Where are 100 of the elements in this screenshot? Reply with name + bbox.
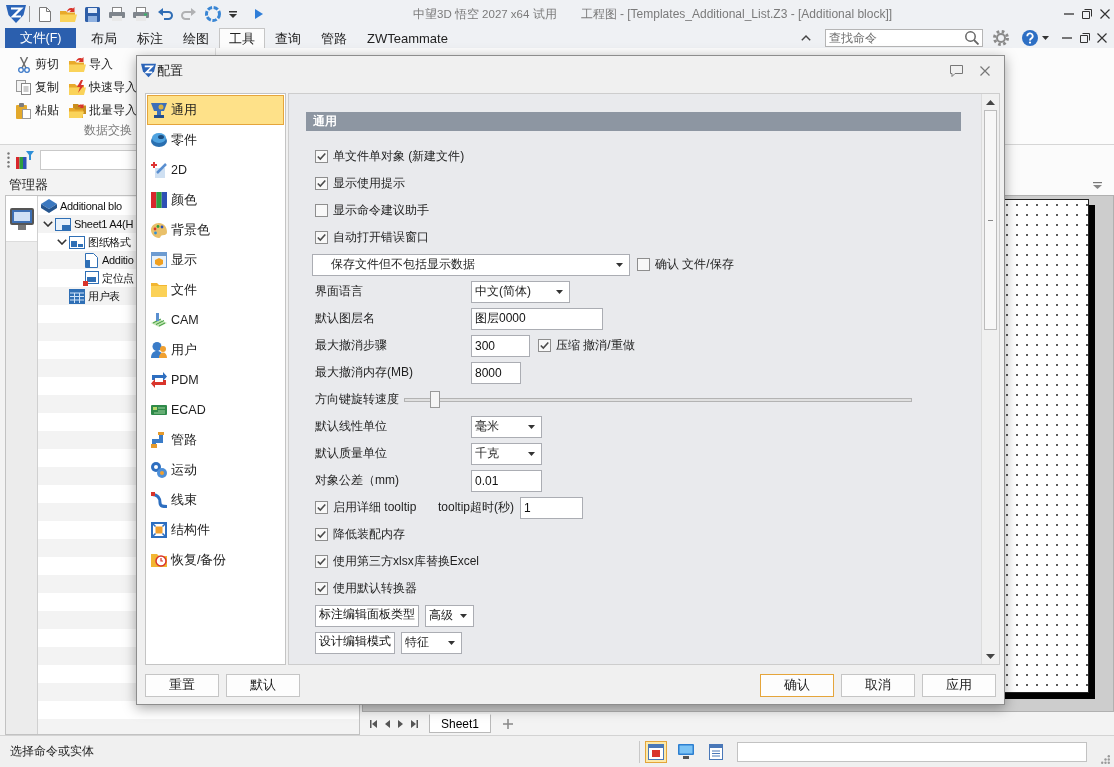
refresh-icon[interactable] xyxy=(204,6,221,22)
save-icon[interactable] xyxy=(85,6,100,22)
logo-icon[interactable] xyxy=(6,4,26,24)
ribbon-button[interactable]: 粘贴 xyxy=(15,99,59,122)
command-field[interactable] xyxy=(737,741,1087,762)
panel-tab[interactable] xyxy=(6,196,37,242)
ribbon-button[interactable]: 复制 xyxy=(15,76,59,99)
category-item[interactable]: CAM xyxy=(147,305,284,335)
tree-item[interactable]: Additio xyxy=(102,254,134,266)
checkbox[interactable] xyxy=(315,177,328,190)
checkbox[interactable] xyxy=(637,258,650,271)
category-item[interactable]: 结构件 xyxy=(147,515,284,545)
window-cube-icon xyxy=(151,252,167,268)
checkbox[interactable] xyxy=(538,339,551,352)
sheet-tab[interactable]: Sheet1 xyxy=(429,714,492,733)
tree-item[interactable]: Sheet1 A4(H xyxy=(74,218,134,230)
filter-icon[interactable] xyxy=(16,151,34,169)
ribbon-tab[interactable]: ZWTeammate xyxy=(357,28,458,48)
ribbon-tab[interactable]: 标注 xyxy=(127,28,173,48)
printer-icon[interactable] xyxy=(108,7,125,21)
ribbon-button[interactable]: 剪切 xyxy=(15,53,59,76)
category-item[interactable]: 线束 xyxy=(147,485,284,515)
dialog-button[interactable]: 取消 xyxy=(841,674,915,697)
category-item[interactable]: 显示 xyxy=(147,245,284,275)
help-icon[interactable] xyxy=(1022,30,1038,46)
previous-icon[interactable] xyxy=(385,719,390,728)
ribbon-tab[interactable]: 布局 xyxy=(81,28,127,48)
chevron-down-icon[interactable] xyxy=(57,239,67,245)
dialog-button[interactable]: 重置 xyxy=(145,674,219,697)
category-item[interactable]: 恢复/备份 xyxy=(147,545,284,575)
checkbox[interactable] xyxy=(315,528,328,541)
tree-item[interactable]: 用户表 xyxy=(88,288,121,304)
settings-icon[interactable] xyxy=(993,30,1009,46)
restore-icon[interactable] xyxy=(1082,9,1092,19)
last-page-icon[interactable] xyxy=(411,719,418,728)
caret-down-icon[interactable] xyxy=(1042,36,1049,40)
category-item[interactable]: ECAD xyxy=(147,395,284,425)
sync-arrows-icon xyxy=(151,372,167,388)
category-item[interactable]: 管路 xyxy=(147,425,284,455)
view-button[interactable] xyxy=(645,740,667,763)
next-icon[interactable] xyxy=(398,719,403,728)
checkbox[interactable] xyxy=(315,555,328,568)
close-icon[interactable] xyxy=(1100,9,1110,19)
ribbon-tab[interactable]: 工具 xyxy=(219,28,265,48)
search-field[interactable]: 查找命令 xyxy=(825,29,983,47)
file-menu-button[interactable]: 文件(F) xyxy=(5,28,76,48)
play-icon[interactable] xyxy=(255,9,263,19)
tree-item[interactable]: 图纸格式 xyxy=(88,234,131,250)
dropdown[interactable]: 保存文件但不包括显示数据 xyxy=(312,253,630,276)
dropdown[interactable]: 特征 xyxy=(401,631,462,654)
slider-thumb[interactable] xyxy=(429,390,440,408)
category-item[interactable]: PDM xyxy=(147,365,284,395)
text-field[interactable]: 8000 xyxy=(471,361,521,384)
checkbox[interactable] xyxy=(315,204,328,217)
ribbon-tab[interactable]: 绘图 xyxy=(173,28,219,48)
scrollbar-thumb[interactable] xyxy=(984,110,997,330)
category-item[interactable]: 运动 xyxy=(147,455,284,485)
category-item[interactable]: 2D xyxy=(147,155,284,185)
undo-icon[interactable] xyxy=(157,8,173,20)
chevron-up-icon[interactable] xyxy=(801,35,811,41)
tree-item[interactable]: 定位点 xyxy=(102,270,135,286)
text-field[interactable]: 0.01 xyxy=(471,469,542,492)
checkbox[interactable] xyxy=(315,150,328,163)
close-icon[interactable] xyxy=(1097,33,1107,43)
text-field[interactable]: 300 xyxy=(471,334,530,357)
printer-icon[interactable] xyxy=(133,7,149,21)
dialog-button[interactable]: 确认 xyxy=(760,674,834,697)
dropdown[interactable]: 千克 xyxy=(471,442,542,465)
caret-icon[interactable] xyxy=(229,10,237,18)
ribbon-tab[interactable]: 查询 xyxy=(265,28,311,48)
category-item[interactable]: 用户 xyxy=(147,335,284,365)
category-item[interactable]: 颜色 xyxy=(147,185,284,215)
search-icon[interactable] xyxy=(965,31,979,45)
checkbox[interactable] xyxy=(315,582,328,595)
ribbon-button[interactable]: 导入 xyxy=(69,53,137,76)
ribbon-tab[interactable]: 管路 xyxy=(311,28,357,48)
chevron-down-icon[interactable] xyxy=(43,221,53,227)
checkbox[interactable] xyxy=(315,231,328,244)
ribbon-button[interactable]: 批量导入 xyxy=(69,99,137,122)
dropdown[interactable]: 高级 xyxy=(425,604,474,627)
tree-item[interactable]: Additional blo xyxy=(60,200,122,212)
speech-bubble-icon[interactable] xyxy=(950,64,963,77)
dialog-button[interactable]: 默认 xyxy=(226,674,300,697)
document-icon[interactable] xyxy=(39,6,51,22)
dialog-button[interactable]: 应用 xyxy=(922,674,996,697)
checkbox[interactable] xyxy=(315,501,328,514)
folder-arrow-icon[interactable] xyxy=(59,6,77,22)
dropdown[interactable]: 毫米 xyxy=(471,415,542,438)
caret-up-icon[interactable] xyxy=(986,99,995,105)
restore-icon[interactable] xyxy=(1080,33,1090,43)
plus-icon[interactable] xyxy=(503,718,514,729)
caret-down-icon[interactable] xyxy=(986,653,995,659)
text-field[interactable]: 1 xyxy=(520,496,583,519)
first-page-icon[interactable] xyxy=(370,719,377,728)
category-item[interactable]: 零件 xyxy=(147,125,284,155)
category-item[interactable]: 文件 xyxy=(147,275,284,305)
text-field[interactable]: 图层0000 xyxy=(471,307,603,330)
category-item[interactable]: 通用 xyxy=(147,95,284,125)
dropdown[interactable]: 中文(简体) xyxy=(471,280,570,303)
category-item[interactable]: 背景色 xyxy=(147,215,284,245)
